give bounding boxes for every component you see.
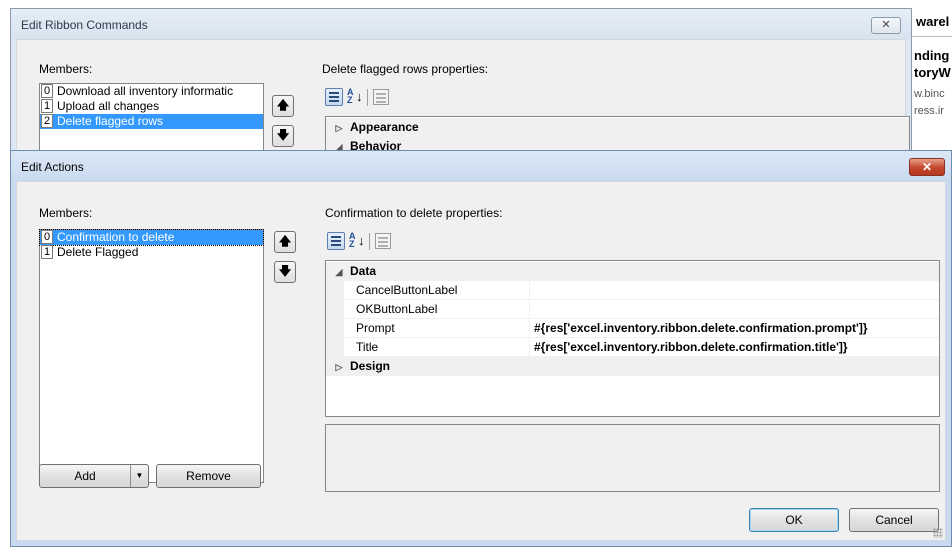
row-gutter — [326, 338, 344, 357]
item-index: 0 — [41, 230, 53, 244]
item-index: 1 — [41, 99, 53, 113]
collapse-icon[interactable]: ◢ — [332, 263, 346, 282]
item-label: Upload all changes — [57, 99, 160, 113]
category-design[interactable]: ▷ Design — [326, 357, 939, 376]
divider — [912, 36, 952, 37]
item-label: Delete flagged rows — [57, 114, 164, 128]
move-up-button[interactable]: 🡅 — [272, 95, 294, 117]
resize-grip-icon[interactable] — [933, 528, 943, 538]
property-pages-icon[interactable] — [373, 89, 389, 105]
actions-members-list[interactable]: 0 Confirmation to delete 1 Delete Flagged — [39, 229, 264, 483]
item-index: 2 — [41, 114, 53, 128]
ok-button[interactable]: OK — [749, 508, 839, 532]
item-label: Confirmation to delete — [57, 230, 175, 244]
property-value[interactable]: #{res['excel.inventory.ribbon.delete.con… — [531, 319, 939, 338]
item-label: Delete Flagged — [57, 245, 139, 259]
category-name: Data — [350, 264, 377, 278]
close-icon: ✕ — [881, 19, 891, 31]
background-text-line: warel — [916, 14, 950, 29]
properties-label: Confirmation to delete properties: — [325, 206, 503, 220]
arrow-down-icon: 🡇 — [276, 128, 290, 142]
list-item[interactable]: 2 Delete flagged rows — [40, 114, 263, 129]
category-name: Appearance — [350, 120, 419, 134]
move-down-button[interactable]: 🡇 — [274, 261, 296, 283]
property-toolbar: A Z ↓ — [325, 88, 395, 108]
background-text-line: toryW — [914, 65, 951, 80]
property-pages-icon[interactable] — [375, 233, 391, 249]
property-value[interactable] — [531, 281, 939, 300]
categorized-icon[interactable] — [327, 232, 345, 250]
add-button-label: Add — [74, 469, 96, 483]
cancel-button[interactable]: Cancel — [849, 508, 939, 532]
background-text-line: ress.ir — [914, 105, 944, 117]
property-row[interactable]: CancelButtonLabel — [326, 281, 939, 300]
property-description-pane — [325, 424, 940, 492]
row-gutter — [326, 281, 344, 300]
property-row[interactable]: Prompt #{res['excel.inventory.ribbon.del… — [326, 319, 939, 338]
property-name: CancelButtonLabel — [344, 281, 530, 300]
ribbon-close-button[interactable]: ✕ — [871, 17, 901, 34]
list-item[interactable]: 1 Upload all changes — [40, 99, 263, 114]
expand-icon[interactable]: ▷ — [332, 119, 346, 138]
item-index: 0 — [41, 84, 53, 98]
property-value[interactable]: #{res['excel.inventory.ribbon.delete.con… — [531, 338, 939, 357]
toolbar-divider — [367, 89, 368, 106]
members-label: Members: — [39, 206, 93, 220]
categorized-icon[interactable] — [325, 88, 343, 106]
remove-button[interactable]: Remove — [156, 464, 261, 488]
actions-dialog-body: Members: 0 Confirmation to delete 1 Delete… — [16, 181, 946, 541]
expand-icon[interactable]: ▷ — [332, 358, 346, 377]
property-name: Prompt — [344, 319, 530, 338]
ribbon-dialog-title: Edit Ribbon Commands — [21, 18, 148, 32]
ribbon-dialog-titlebar[interactable]: Edit Ribbon Commands ✕ — [11, 9, 911, 39]
list-item[interactable]: 0 Confirmation to delete — [39, 229, 264, 246]
toolbar-divider — [369, 233, 370, 250]
category-data[interactable]: ◢ Data — [326, 262, 939, 281]
property-value[interactable] — [531, 300, 939, 319]
background-text-line: w.binc — [914, 88, 945, 100]
property-row[interactable]: Title #{res['excel.inventory.ribbon.dele… — [326, 338, 939, 357]
item-index: 1 — [41, 245, 53, 259]
actions-dialog-titlebar[interactable]: Edit Actions ✕ — [11, 151, 951, 181]
move-down-button[interactable]: 🡇 — [272, 125, 294, 147]
alphabetical-sort-icon[interactable]: A Z ↓ — [349, 232, 365, 250]
item-label: Download all inventory informatic — [57, 84, 234, 98]
move-up-button[interactable]: 🡅 — [274, 231, 296, 253]
dropdown-arrow-icon[interactable]: ▼ — [130, 465, 148, 487]
property-name: Title — [344, 338, 530, 357]
property-row[interactable]: OKButtonLabel — [326, 300, 939, 319]
category-appearance[interactable]: ▷ Appearance — [326, 118, 909, 137]
add-button[interactable]: Add ▼ — [39, 464, 149, 488]
background-text-line: nding — [914, 48, 950, 63]
arrow-up-icon: 🡅 — [276, 98, 290, 112]
row-gutter — [326, 319, 344, 338]
close-icon: ✕ — [921, 160, 933, 174]
members-label: Members: — [39, 62, 93, 76]
list-item[interactable]: 1 Delete Flagged — [40, 245, 263, 260]
arrow-down-icon: 🡇 — [278, 264, 292, 278]
actions-dialog-title: Edit Actions — [21, 160, 84, 174]
property-toolbar: A Z ↓ — [327, 232, 397, 252]
properties-label: Delete flagged rows properties: — [322, 62, 489, 76]
category-name: Design — [350, 359, 391, 373]
arrow-up-icon: 🡅 — [278, 234, 292, 248]
list-item[interactable]: 0 Download all inventory informatic — [40, 84, 263, 99]
alphabetical-sort-icon[interactable]: A Z ↓ — [347, 88, 363, 106]
actions-close-button[interactable]: ✕ — [909, 158, 945, 176]
row-gutter — [326, 300, 344, 319]
edit-actions-dialog: Edit Actions ✕ Members: 0 Confirmation to… — [10, 150, 952, 547]
actions-property-grid[interactable]: ◢ Data CancelButtonLabel OKButtonLabel Pr… — [325, 260, 940, 417]
property-name: OKButtonLabel — [344, 300, 530, 319]
